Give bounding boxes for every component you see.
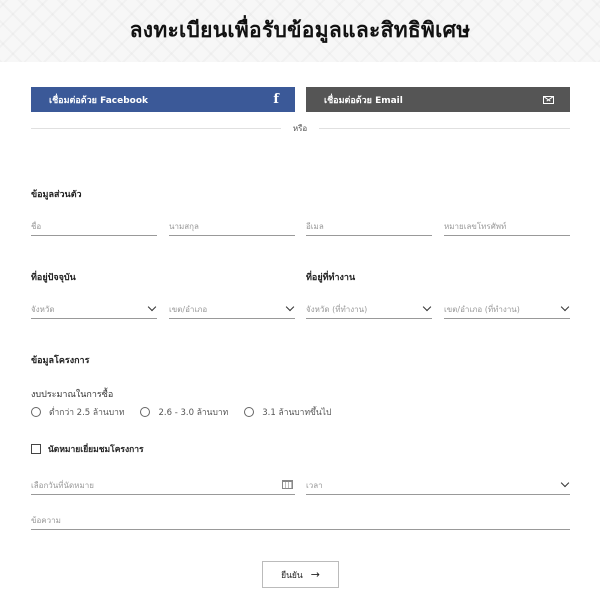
submit-label: ยืนยัน (281, 570, 303, 581)
email-connect-button[interactable]: เชื่อมต่อด้วย Email (306, 87, 570, 112)
appointment-label: นัดหมายเยี่ยมชมโครงการ (48, 445, 144, 455)
budget-option-label: 3.1 ล้านบาทขึ้นไป (262, 408, 332, 418)
last-name-placeholder: นามสกุล (169, 222, 199, 231)
appointment-checkbox-row[interactable]: นัดหมายเยี่ยมชมโครงการ (31, 442, 144, 456)
time-placeholder: เวลา (306, 481, 323, 490)
arrow-right-icon: → (310, 568, 320, 581)
facebook-connect-label: เชื่อมต่อด้วย Facebook (49, 95, 149, 106)
budget-label: งบประมาณในการซื้อ (31, 390, 114, 400)
facebook-connect-button[interactable]: เชื่อมต่อด้วย Facebook f (31, 87, 295, 112)
chevron-down-icon (560, 302, 570, 312)
district-placeholder: เขต/อำเภอ (169, 305, 208, 314)
chevron-down-icon (560, 478, 570, 488)
divider-left (31, 128, 281, 129)
province-placeholder: จังหวัด (31, 305, 55, 314)
divider-right (319, 128, 570, 129)
budget-option-2-6-3-0m[interactable]: 2.6 - 3.0 ล้านบาท (140, 405, 228, 419)
budget-option-over-3-1m[interactable]: 3.1 ล้านบาทขึ้นไป (244, 405, 331, 419)
message-field[interactable]: ข้อความ (31, 510, 570, 530)
budget-radio-group: ต่ำกว่า 2.5 ล้านบาท 2.6 - 3.0 ล้านบาท 3.… (31, 405, 347, 419)
appointment-checkbox[interactable] (31, 444, 41, 454)
phone-placeholder: หมายเลขโทรศัพท์ (444, 222, 507, 231)
or-divider-text: หรือ (292, 124, 308, 133)
radio-circle (244, 407, 255, 417)
message-placeholder: ข้อความ (31, 516, 61, 525)
appointment-date-field[interactable]: เลือกวันที่นัดหมาย (31, 475, 295, 495)
first-name-placeholder: ชื่อ (31, 222, 42, 231)
submit-button[interactable]: ยืนยัน → (262, 561, 339, 588)
home-address-heading: ที่อยู่ปัจจุบัน (31, 273, 76, 283)
last-name-field[interactable]: นามสกุล (169, 216, 295, 236)
page-title: ลงทะเบียนเพื่อรับข้อมูลและสิทธิพิเศษ (129, 18, 471, 42)
email-field[interactable]: อีเมล (306, 216, 432, 236)
district-select[interactable]: เขต/อำเภอ (169, 299, 295, 319)
radio-circle (31, 407, 41, 417)
project-info-heading: ข้อมูลโครงการ (31, 356, 90, 366)
chevron-down-icon (147, 302, 157, 312)
calendar-icon[interactable] (282, 480, 293, 489)
budget-option-label: ต่ำกว่า 2.5 ล้านบาท (49, 408, 125, 418)
email-placeholder: อีเมล (306, 222, 324, 231)
work-province-select[interactable]: จังหวัด (ที่ทำงาน) (306, 299, 432, 319)
work-district-placeholder: เขต/อำเภอ (ที่ทำงาน) (444, 305, 520, 314)
work-district-select[interactable]: เขต/อำเภอ (ที่ทำงาน) (444, 299, 570, 319)
chevron-down-icon (285, 302, 295, 312)
radio-circle (140, 407, 151, 417)
work-province-placeholder: จังหวัด (ที่ทำงาน) (306, 305, 368, 314)
time-select[interactable]: เวลา (306, 475, 570, 495)
chevron-down-icon (422, 302, 432, 312)
personal-info-heading: ข้อมูลส่วนตัว (31, 190, 82, 200)
mail-icon (543, 95, 554, 104)
budget-option-label: 2.6 - 3.0 ล้านบาท (158, 408, 229, 418)
email-connect-label: เชื่อมต่อด้วย Email (324, 95, 403, 106)
budget-option-under-2-5m[interactable]: ต่ำกว่า 2.5 ล้านบาท (31, 405, 124, 419)
facebook-icon: f (273, 92, 279, 107)
first-name-field[interactable]: ชื่อ (31, 216, 157, 236)
date-placeholder: เลือกวันที่นัดหมาย (31, 481, 94, 490)
province-select[interactable]: จังหวัด (31, 299, 157, 319)
work-address-heading: ที่อยู่ที่ทำงาน (306, 273, 356, 283)
phone-field[interactable]: หมายเลขโทรศัพท์ (444, 216, 570, 236)
